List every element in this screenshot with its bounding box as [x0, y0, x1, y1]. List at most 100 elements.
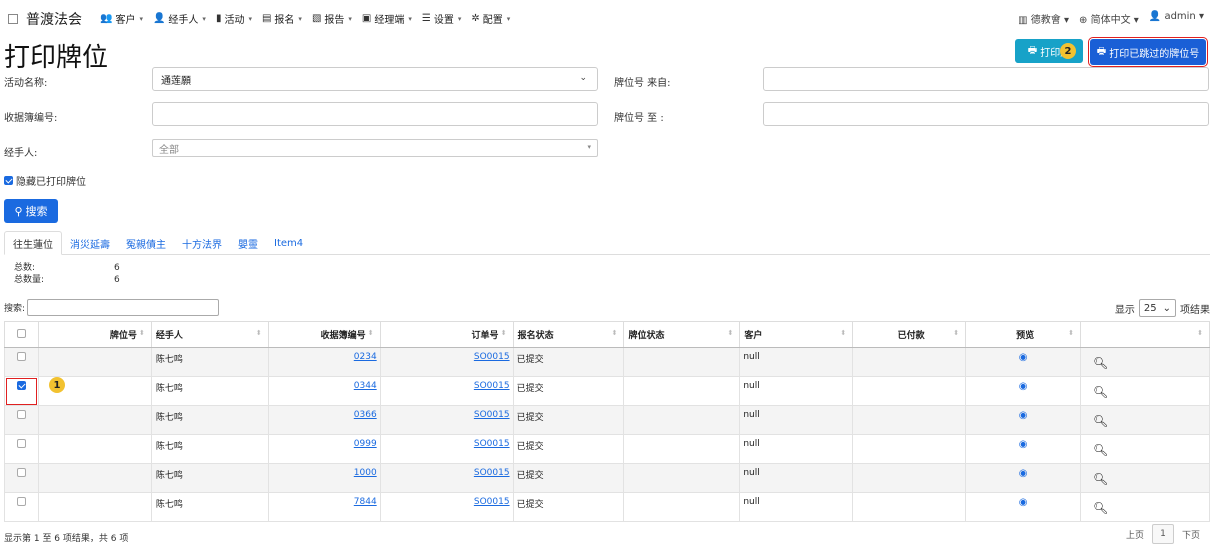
- totals: 总数: 6 总数量: 6: [14, 262, 120, 286]
- menu-item-7[interactable]: ✲ 配置 ▾: [471, 11, 510, 26]
- row-select-cell[interactable]: [4, 347, 39, 377]
- magnifier-icon[interactable]: 🔍︎: [1093, 472, 1108, 486]
- select-all-header[interactable]: [4, 321, 39, 348]
- brand-name[interactable]: 普渡法会: [26, 9, 82, 29]
- eye-icon[interactable]: ◉: [1019, 381, 1028, 392]
- plaque-from-input[interactable]: [763, 67, 1209, 91]
- col-order[interactable]: 订单号 ⬍: [379, 321, 514, 348]
- paid-cell: [852, 492, 967, 522]
- select-all-checkbox[interactable]: [16, 328, 26, 338]
- table-row[interactable]: 陈七鸣 0234 SO0015 已提交 null ◉ 🔍︎: [4, 347, 1210, 377]
- table-row[interactable]: 陈七鸣 0344 SO0015 已提交 null ◉ 🔍︎: [4, 376, 1210, 406]
- magnifier-icon[interactable]: 🔍︎: [1093, 414, 1108, 428]
- col-reg-status[interactable]: 报名状态 ⬍: [512, 321, 625, 348]
- order-link[interactable]: SO0015: [474, 439, 510, 449]
- col-preview[interactable]: 预览 ⬍: [965, 321, 1082, 348]
- action-cell: 🔍︎: [1080, 492, 1210, 522]
- table-row[interactable]: 陈七鸣 7844 SO0015 已提交 null ◉ 🔍︎: [4, 492, 1210, 522]
- menu-item-0[interactable]: 👥 客户 ▾: [100, 11, 143, 26]
- action-cell: 🔍︎: [1080, 347, 1210, 377]
- show-label: 显示: [1114, 304, 1135, 316]
- col-customer[interactable]: 客户 ⬍: [739, 321, 854, 348]
- menu-item-1[interactable]: 👤 经手人 ▾: [153, 11, 206, 26]
- col-handler[interactable]: 经手人 ⬍: [150, 321, 269, 348]
- order-link[interactable]: SO0015: [474, 410, 510, 420]
- order-link[interactable]: SO0015: [474, 381, 510, 391]
- next-page-button[interactable]: 下页: [1182, 528, 1200, 541]
- row-select-cell[interactable]: [4, 492, 39, 522]
- row-checkbox[interactable]: [16, 381, 26, 390]
- table-row[interactable]: 陈七鸣 1000 SO0015 已提交 null ◉ 🔍︎: [4, 463, 1210, 493]
- receipt-link[interactable]: 0999: [354, 439, 377, 449]
- receipt-input[interactable]: [152, 102, 598, 126]
- hide-printed-checkbox[interactable]: 隐藏已打印牌位: [4, 173, 86, 188]
- col-plaque-status[interactable]: 牌位状态 ⬍: [623, 321, 741, 348]
- user-menu[interactable]: 👤 admin ▾: [1149, 11, 1204, 26]
- checkbox-checked-icon: [4, 176, 13, 185]
- receipt-link[interactable]: 7844: [354, 497, 377, 507]
- order-link[interactable]: SO0015: [474, 352, 510, 362]
- receipt-link[interactable]: 0344: [354, 381, 377, 391]
- dept-menu[interactable]: ▥ 德教會 ▾: [1018, 11, 1069, 26]
- search-button[interactable]: ⚲ 搜索: [4, 199, 58, 223]
- table-search-input[interactable]: [27, 299, 220, 316]
- receipt-link[interactable]: 0234: [354, 352, 377, 362]
- magnifier-icon[interactable]: 🔍︎: [1093, 443, 1108, 457]
- handler-cell: 陈七鸣: [150, 376, 269, 406]
- tab-0[interactable]: 往生蓮位: [4, 231, 62, 255]
- chart-icon: ▮: [215, 13, 222, 24]
- tab-1[interactable]: 消災延壽: [62, 231, 118, 255]
- receipt-link[interactable]: 1000: [354, 468, 377, 478]
- menu-item-3[interactable]: ▤ 报名 ▾: [262, 11, 302, 26]
- menu-item-5[interactable]: ▣ 经理端 ▾: [362, 11, 412, 26]
- receipt-link[interactable]: 0366: [354, 410, 377, 420]
- step-marker-1: 1: [49, 377, 65, 393]
- menu-item-6[interactable]: ☰ 设置 ▾: [422, 11, 461, 26]
- row-checkbox[interactable]: [16, 352, 26, 361]
- reg-status-cell: 已提交: [512, 376, 625, 406]
- magnifier-icon[interactable]: 🔍︎: [1093, 356, 1108, 370]
- tab-2[interactable]: 冤親債主: [118, 231, 174, 255]
- chevron-down-icon: ▾: [408, 14, 412, 23]
- eye-icon[interactable]: ◉: [1019, 352, 1028, 363]
- entries-label: 项结果: [1180, 304, 1210, 316]
- col-plaque-no[interactable]: 牌位号 ⬍: [37, 321, 152, 348]
- magnifier-icon[interactable]: 🔍︎: [1093, 385, 1108, 399]
- row-select-cell[interactable]: [4, 405, 39, 435]
- plaque-to-input[interactable]: [763, 102, 1209, 126]
- tab-3[interactable]: 十方法界: [174, 231, 230, 255]
- col-paid[interactable]: 已付款 ⬍: [852, 321, 967, 348]
- page-1-button[interactable]: 1: [1151, 524, 1174, 544]
- handler-cell: 陈七鸣: [150, 347, 269, 377]
- order-link[interactable]: SO0015: [474, 497, 510, 507]
- eye-icon[interactable]: ◉: [1019, 439, 1028, 450]
- print-skipped-button[interactable]: 🖶 打印已跳过的牌位号: [1088, 37, 1208, 67]
- language-menu[interactable]: ⊕ 简体中文 ▾: [1079, 11, 1139, 26]
- table-row[interactable]: 陈七鸣 0999 SO0015 已提交 null ◉ 🔍︎: [4, 434, 1210, 464]
- col-receipt[interactable]: 收据簿编号 ⬍: [267, 321, 381, 348]
- menu-item-2[interactable]: ▮ 活动 ▾: [216, 11, 252, 26]
- table-row[interactable]: 陈七鸣 0366 SO0015 已提交 null ◉ 🔍︎: [4, 405, 1210, 435]
- chevron-down-icon: ▾: [457, 14, 462, 23]
- tab-5[interactable]: Item4: [266, 231, 311, 255]
- tab-4[interactable]: 嬰靈: [230, 231, 266, 255]
- row-select-cell[interactable]: [4, 434, 39, 464]
- total-qty-value: 6: [114, 275, 120, 285]
- magnifier-icon[interactable]: 🔍︎: [1093, 501, 1108, 515]
- handler-select[interactable]: 全部 ▾: [152, 139, 598, 157]
- row-checkbox[interactable]: [16, 468, 26, 477]
- prev-page-button[interactable]: 上页: [1126, 528, 1144, 541]
- row-checkbox[interactable]: [16, 497, 26, 506]
- page-size-select[interactable]: 25 ⌄: [1138, 299, 1176, 317]
- activity-select[interactable]: 通莲願 ⌄: [152, 67, 598, 91]
- eye-icon[interactable]: ◉: [1019, 497, 1028, 508]
- menu-item-4[interactable]: ▧ 报告 ▾: [312, 11, 352, 26]
- row-select-cell[interactable]: [4, 463, 39, 493]
- eye-icon[interactable]: ◉: [1019, 410, 1028, 421]
- row-checkbox[interactable]: [16, 410, 26, 419]
- row-checkbox[interactable]: [16, 439, 26, 448]
- brand[interactable]: 普渡法会: [8, 9, 82, 29]
- eye-icon[interactable]: ◉: [1019, 468, 1028, 479]
- row-select-cell[interactable]: [4, 376, 39, 406]
- order-link[interactable]: SO0015: [474, 468, 510, 478]
